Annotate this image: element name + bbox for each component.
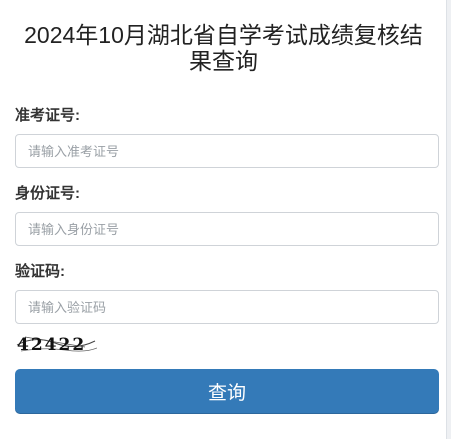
id-number-label: 身份证号:	[15, 185, 80, 202]
admission-number-input[interactable]	[15, 134, 439, 168]
page-title: 2024年10月湖北省自学考试成绩复核结果查询	[24, 22, 423, 74]
query-button[interactable]: 查询	[15, 369, 439, 414]
captcha-text: 42422	[17, 335, 86, 355]
captcha-label: 验证码:	[15, 263, 65, 280]
captcha-image[interactable]: 42422	[15, 331, 97, 355]
id-number-input[interactable]	[15, 212, 439, 246]
admission-number-label: 准考证号:	[15, 107, 80, 124]
captcha-input[interactable]	[15, 290, 439, 324]
query-card: 2024年10月湖北省自学考试成绩复核结果查询 准考证号: 身份证号: 验证码:…	[0, 0, 447, 439]
